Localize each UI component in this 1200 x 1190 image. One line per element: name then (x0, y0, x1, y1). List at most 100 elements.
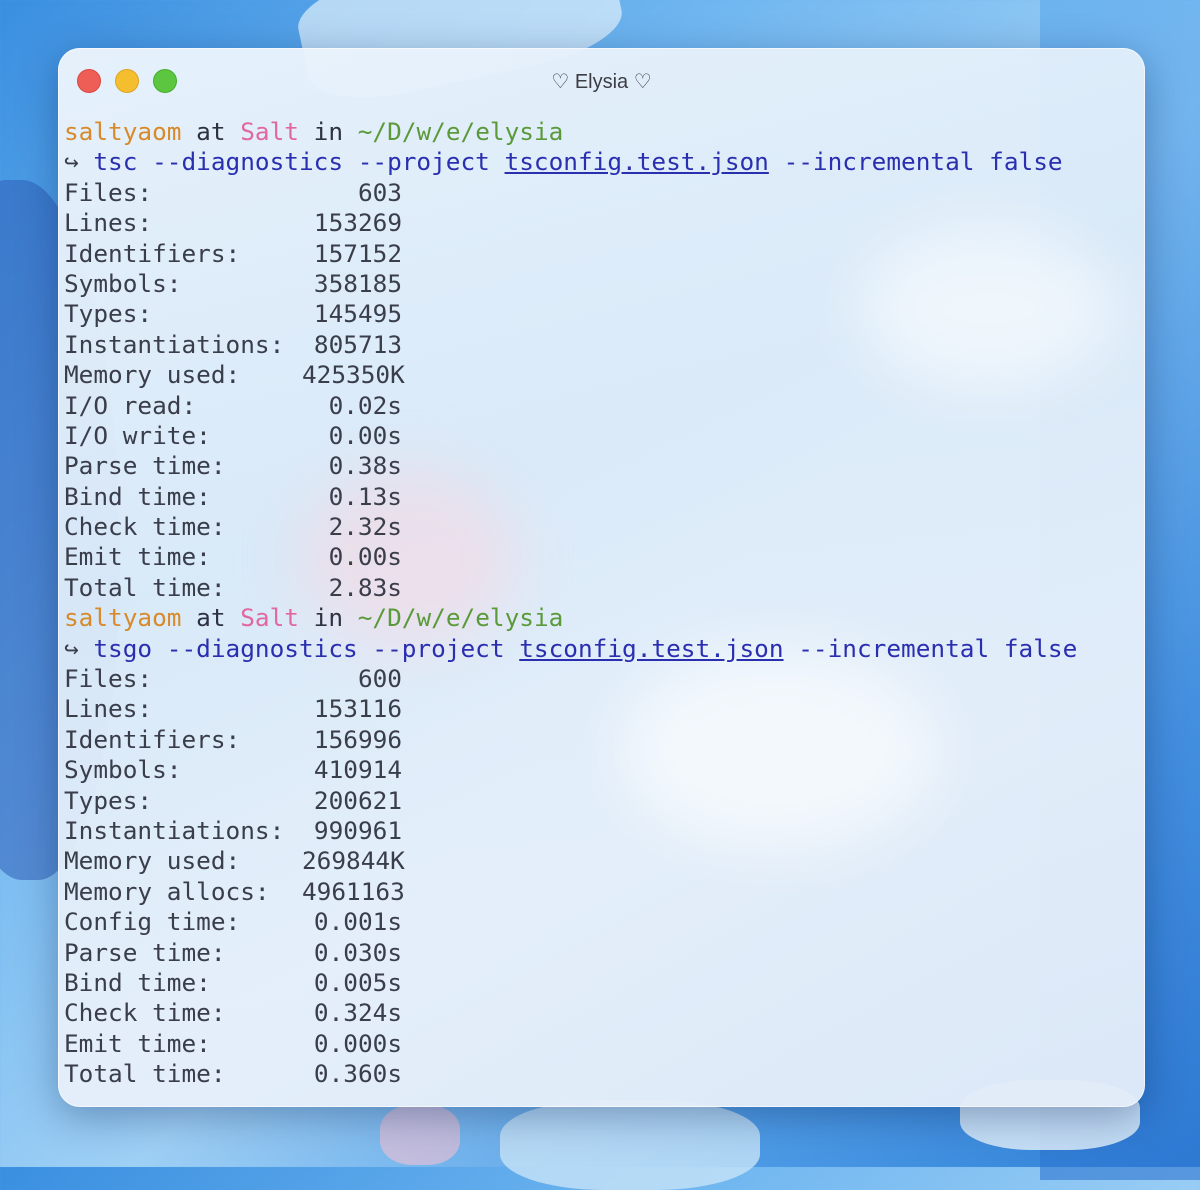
stat-value: 0.030s (313, 937, 402, 967)
stat-row: Types: 145495 (64, 299, 1077, 329)
stat-row: Parse time: 0.030s (64, 938, 1077, 968)
stat-label: Types: (64, 785, 153, 815)
stat-value: 0.02s (328, 390, 402, 420)
prompt-at: at (196, 603, 226, 633)
command-line: ↪ tsgo --diagnostics --project tsconfig.… (64, 634, 1077, 664)
stat-label: Parse time: (64, 937, 226, 967)
stat-value: 0.324s (313, 998, 402, 1028)
command-text: tsgo --diagnostics --project (93, 633, 505, 663)
stat-row: Check time: 2.32s (64, 512, 1077, 542)
stat-value: 0.000s (313, 1028, 402, 1058)
stat-label: Instantiations: (64, 329, 285, 359)
stat-value: 200621 (313, 785, 402, 815)
stat-row: Identifiers: 157152 (64, 239, 1077, 269)
window-title: ♡ Elysia ♡ (551, 71, 652, 93)
stat-row: Instantiations: 805713 (64, 330, 1077, 360)
prompt-arrow-icon: ↪ (64, 633, 79, 663)
stat-label: Memory used: (64, 846, 241, 876)
prompt-line: saltyaom at Salt in ~/D/w/e/elysia (64, 117, 1077, 147)
command-flags: --incremental false (783, 147, 1063, 177)
prompt-path: ~/D/w/e/elysia (357, 603, 564, 633)
stat-value: 153269 (313, 208, 402, 238)
prompt-user: saltyaom (64, 603, 182, 633)
stat-row: Parse time: 0.38s (64, 451, 1077, 481)
prompt-line: saltyaom at Salt in ~/D/w/e/elysia (64, 603, 1077, 633)
stat-value: 0.00s (328, 420, 402, 450)
terminal-output[interactable]: saltyaom at Salt in ~/D/w/e/elysia ↪ tsc… (64, 117, 1077, 1090)
stat-row: Identifiers: 156996 (64, 725, 1077, 755)
wallpaper-shape (380, 1105, 460, 1165)
command-file-link[interactable]: tsconfig.test.json (519, 634, 783, 663)
stat-row: Files: 600 (64, 664, 1077, 694)
stat-value: 0.005s (313, 967, 402, 997)
stat-label: Emit time: (64, 542, 211, 572)
stat-label: Identifiers: (64, 724, 241, 754)
prompt-in: in (313, 117, 344, 146)
stat-label: Identifiers: (64, 238, 241, 268)
diagnostics-output-tsc: Files: 603 Lines: 153269 Identifiers: 157152 S… (64, 178, 1077, 603)
command-text: tsc --diagnostics --project (93, 147, 490, 177)
stat-value: 2.83s (328, 572, 402, 602)
prompt-path: ~/D/w/e/elysia (357, 117, 564, 146)
stat-label: Config time: (64, 907, 241, 937)
stat-label: Bind time: (64, 967, 211, 997)
stat-row: I/O write: 0.00s (64, 421, 1077, 451)
terminal-window: ♡ Elysia ♡ saltyaom at Salt in ~/D/w/e/e… (58, 48, 1145, 1107)
prompt-in: in (313, 603, 344, 633)
stat-label: Check time: (64, 512, 226, 542)
stat-value: 410914 (313, 755, 402, 785)
stat-row: Symbols: 358185 (64, 269, 1077, 299)
stat-value: 990961 (313, 815, 402, 845)
command-flags: --incremental false (798, 633, 1078, 663)
stat-row: Config time: 0.001s (64, 907, 1077, 937)
stat-value: 0.360s (313, 1059, 402, 1089)
stat-value: 600 (357, 664, 402, 694)
stat-label: Files: (64, 177, 153, 207)
stat-row: Bind time: 0.005s (64, 968, 1077, 998)
stat-row: Lines: 153116 (64, 694, 1077, 724)
prompt-host: Salt (240, 117, 299, 146)
stat-row: Total time: 0.360s (64, 1059, 1077, 1089)
stat-label: Check time: (64, 998, 226, 1028)
stat-value: 805713 (313, 329, 402, 359)
prompt-host: Salt (240, 603, 299, 633)
command-line: ↪ tsc --diagnostics --project tsconfig.t… (64, 147, 1077, 177)
stat-label: Memory allocs: (64, 876, 270, 906)
stat-value: 0.00s (328, 542, 402, 572)
stat-label: Emit time: (64, 1028, 211, 1058)
stat-value: 425350K (302, 360, 405, 390)
stat-value: 0.001s (313, 907, 402, 937)
stat-label: Parse time: (64, 451, 226, 481)
stat-value: 0.38s (328, 451, 402, 481)
title-bar[interactable]: ♡ Elysia ♡ (58, 48, 1145, 114)
stat-label: Total time: (64, 1059, 226, 1089)
stat-row: Memory used: 425350K (64, 360, 1077, 390)
stat-label: I/O read: (64, 390, 197, 420)
stat-label: Files: (64, 664, 153, 694)
stat-value: 603 (357, 177, 402, 207)
stat-value: 145495 (313, 299, 402, 329)
stat-value: 269844K (302, 846, 405, 876)
prompt-user: saltyaom (64, 117, 182, 146)
stat-label: Memory used: (64, 360, 241, 390)
stat-row: Memory used: 269844K (64, 846, 1077, 876)
stat-value: 4961163 (302, 876, 405, 906)
wallpaper-shape (500, 1100, 760, 1190)
stat-row: Check time: 0.324s (64, 998, 1077, 1028)
stat-row: Bind time: 0.13s (64, 482, 1077, 512)
stat-label: Lines: (64, 208, 153, 238)
diagnostics-output-tsgo: Files: 600 Lines: 153116 Identifiers: 156996 S… (64, 664, 1077, 1089)
stat-value: 358185 (313, 268, 402, 298)
stat-value: 153116 (313, 694, 402, 724)
prompt-arrow-icon: ↪ (64, 147, 79, 177)
stat-row: Lines: 153269 (64, 208, 1077, 238)
stat-row: Memory allocs: 4961163 (64, 877, 1077, 907)
stat-label: Bind time: (64, 481, 211, 511)
stat-row: Files: 603 (64, 178, 1077, 208)
stat-value: 156996 (313, 724, 402, 754)
stat-label: I/O write: (64, 420, 211, 450)
stat-row: Emit time: 0.000s (64, 1029, 1077, 1059)
command-file-link[interactable]: tsconfig.test.json (505, 147, 769, 176)
stat-label: Total time: (64, 572, 226, 602)
stat-label: Lines: (64, 694, 153, 724)
